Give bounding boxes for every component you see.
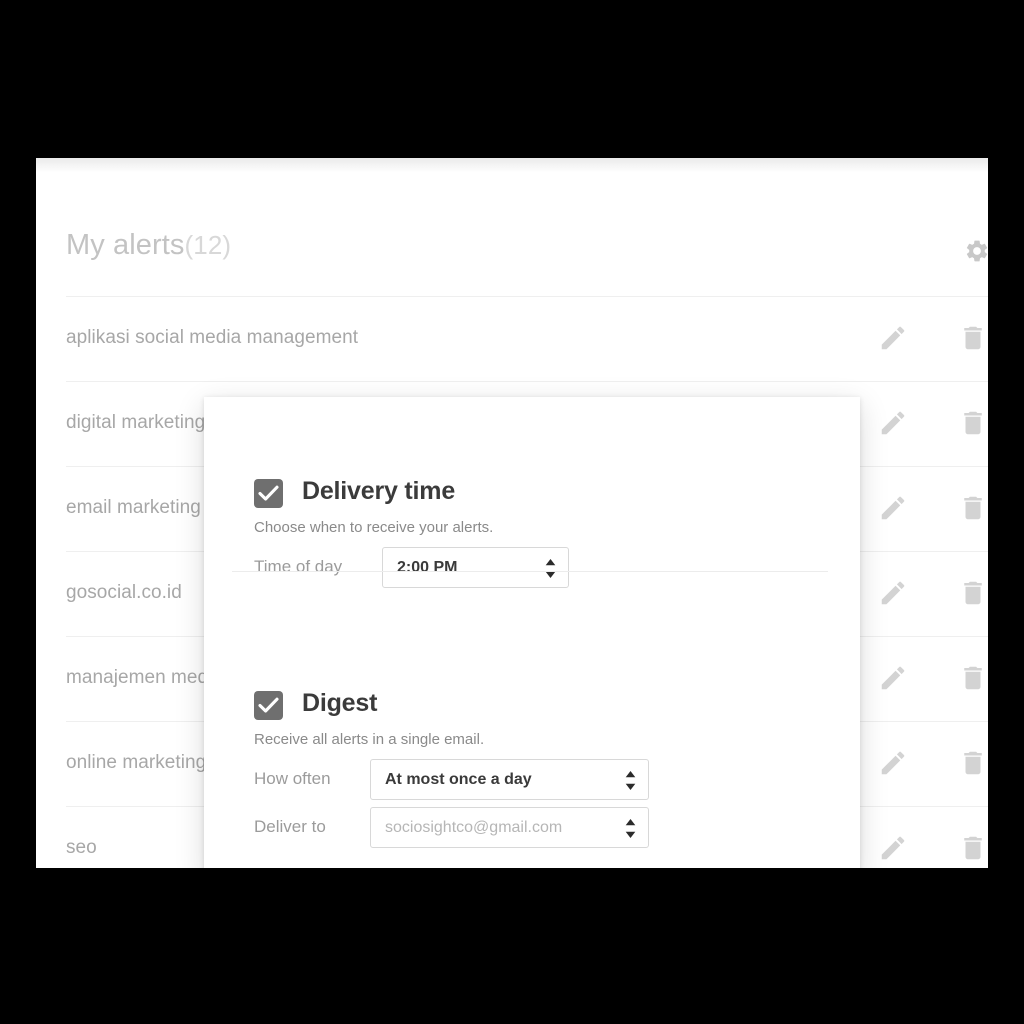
deliver-to-label: Deliver to <box>254 817 326 836</box>
row-actions <box>858 663 988 695</box>
how-often-row: How often At most once a day <box>254 759 704 801</box>
digest-checkbox[interactable] <box>254 691 283 720</box>
alert-name: online marketing <box>66 752 207 773</box>
row-actions <box>858 833 988 865</box>
deliver-to-row: Deliver to sociosightco@gmail.com <box>254 807 704 849</box>
trash-icon[interactable] <box>958 323 988 355</box>
alert-name: digital marketing <box>66 412 206 433</box>
browser-chrome-strip <box>36 158 988 172</box>
how-often-label: How often <box>254 769 331 788</box>
deliver-to-select[interactable]: sociosightco@gmail.com <box>370 807 649 848</box>
pencil-icon[interactable] <box>878 578 908 610</box>
pencil-icon[interactable] <box>878 663 908 695</box>
deliver-to-value: sociosightco@gmail.com <box>385 819 563 836</box>
pencil-icon[interactable] <box>878 323 908 355</box>
row-actions <box>858 748 988 780</box>
alert-name: gosocial.co.id <box>66 582 182 603</box>
trash-icon[interactable] <box>958 663 988 695</box>
row-actions <box>858 578 988 610</box>
stepper-arrows-icon <box>545 559 556 578</box>
alerts-count: (12) <box>184 230 232 260</box>
time-of-day-row: Time of day 2:00 PM <box>254 547 594 589</box>
digest-title: Digest <box>302 689 378 717</box>
delivery-time-header: Delivery time <box>254 477 860 513</box>
gear-icon[interactable] <box>964 238 988 264</box>
pencil-icon[interactable] <box>878 833 908 865</box>
trash-icon[interactable] <box>958 493 988 525</box>
delivery-time-description: Choose when to receive your alerts. <box>254 519 494 536</box>
alert-name: seo <box>66 837 97 858</box>
row-actions <box>858 323 988 355</box>
pencil-icon[interactable] <box>878 748 908 780</box>
pencil-icon[interactable] <box>878 493 908 525</box>
row-actions <box>858 408 988 440</box>
delivery-time-section: Delivery time Choose when to receive you… <box>204 477 860 588</box>
digest-section: Digest Receive all alerts in a single em… <box>204 689 860 848</box>
alert-name: aplikasi social media management <box>66 327 359 348</box>
digest-description: Receive all alerts in a single email. <box>254 731 485 748</box>
browser-viewport: My alerts(12) aplikasi social media mana… <box>36 158 988 868</box>
time-of-day-label: Time of day <box>254 557 343 576</box>
delivery-time-title: Delivery time <box>302 477 456 505</box>
row-actions <box>858 493 988 525</box>
section-divider <box>232 571 828 572</box>
delivery-time-checkbox[interactable] <box>254 479 283 508</box>
trash-icon[interactable] <box>958 408 988 440</box>
page-title-text: My alerts <box>66 229 185 261</box>
time-of-day-select[interactable]: 2:00 PM <box>382 547 569 588</box>
trash-icon[interactable] <box>958 578 988 610</box>
digest-header: Digest <box>254 689 860 725</box>
time-of-day-value: 2:00 PM <box>397 559 458 576</box>
alert-settings-dialog: Delivery time Choose when to receive you… <box>204 397 860 868</box>
table-row[interactable]: aplikasi social media management <box>66 296 988 381</box>
trash-icon[interactable] <box>958 748 988 780</box>
stepper-arrows-icon <box>625 819 636 838</box>
how-often-value: At most once a day <box>385 771 532 788</box>
how-often-select[interactable]: At most once a day <box>370 759 649 800</box>
alert-name: email marketing <box>66 497 201 518</box>
trash-icon[interactable] <box>958 833 988 865</box>
page-title: My alerts(12) <box>66 229 231 262</box>
pencil-icon[interactable] <box>878 408 908 440</box>
stepper-arrows-icon <box>625 771 636 790</box>
